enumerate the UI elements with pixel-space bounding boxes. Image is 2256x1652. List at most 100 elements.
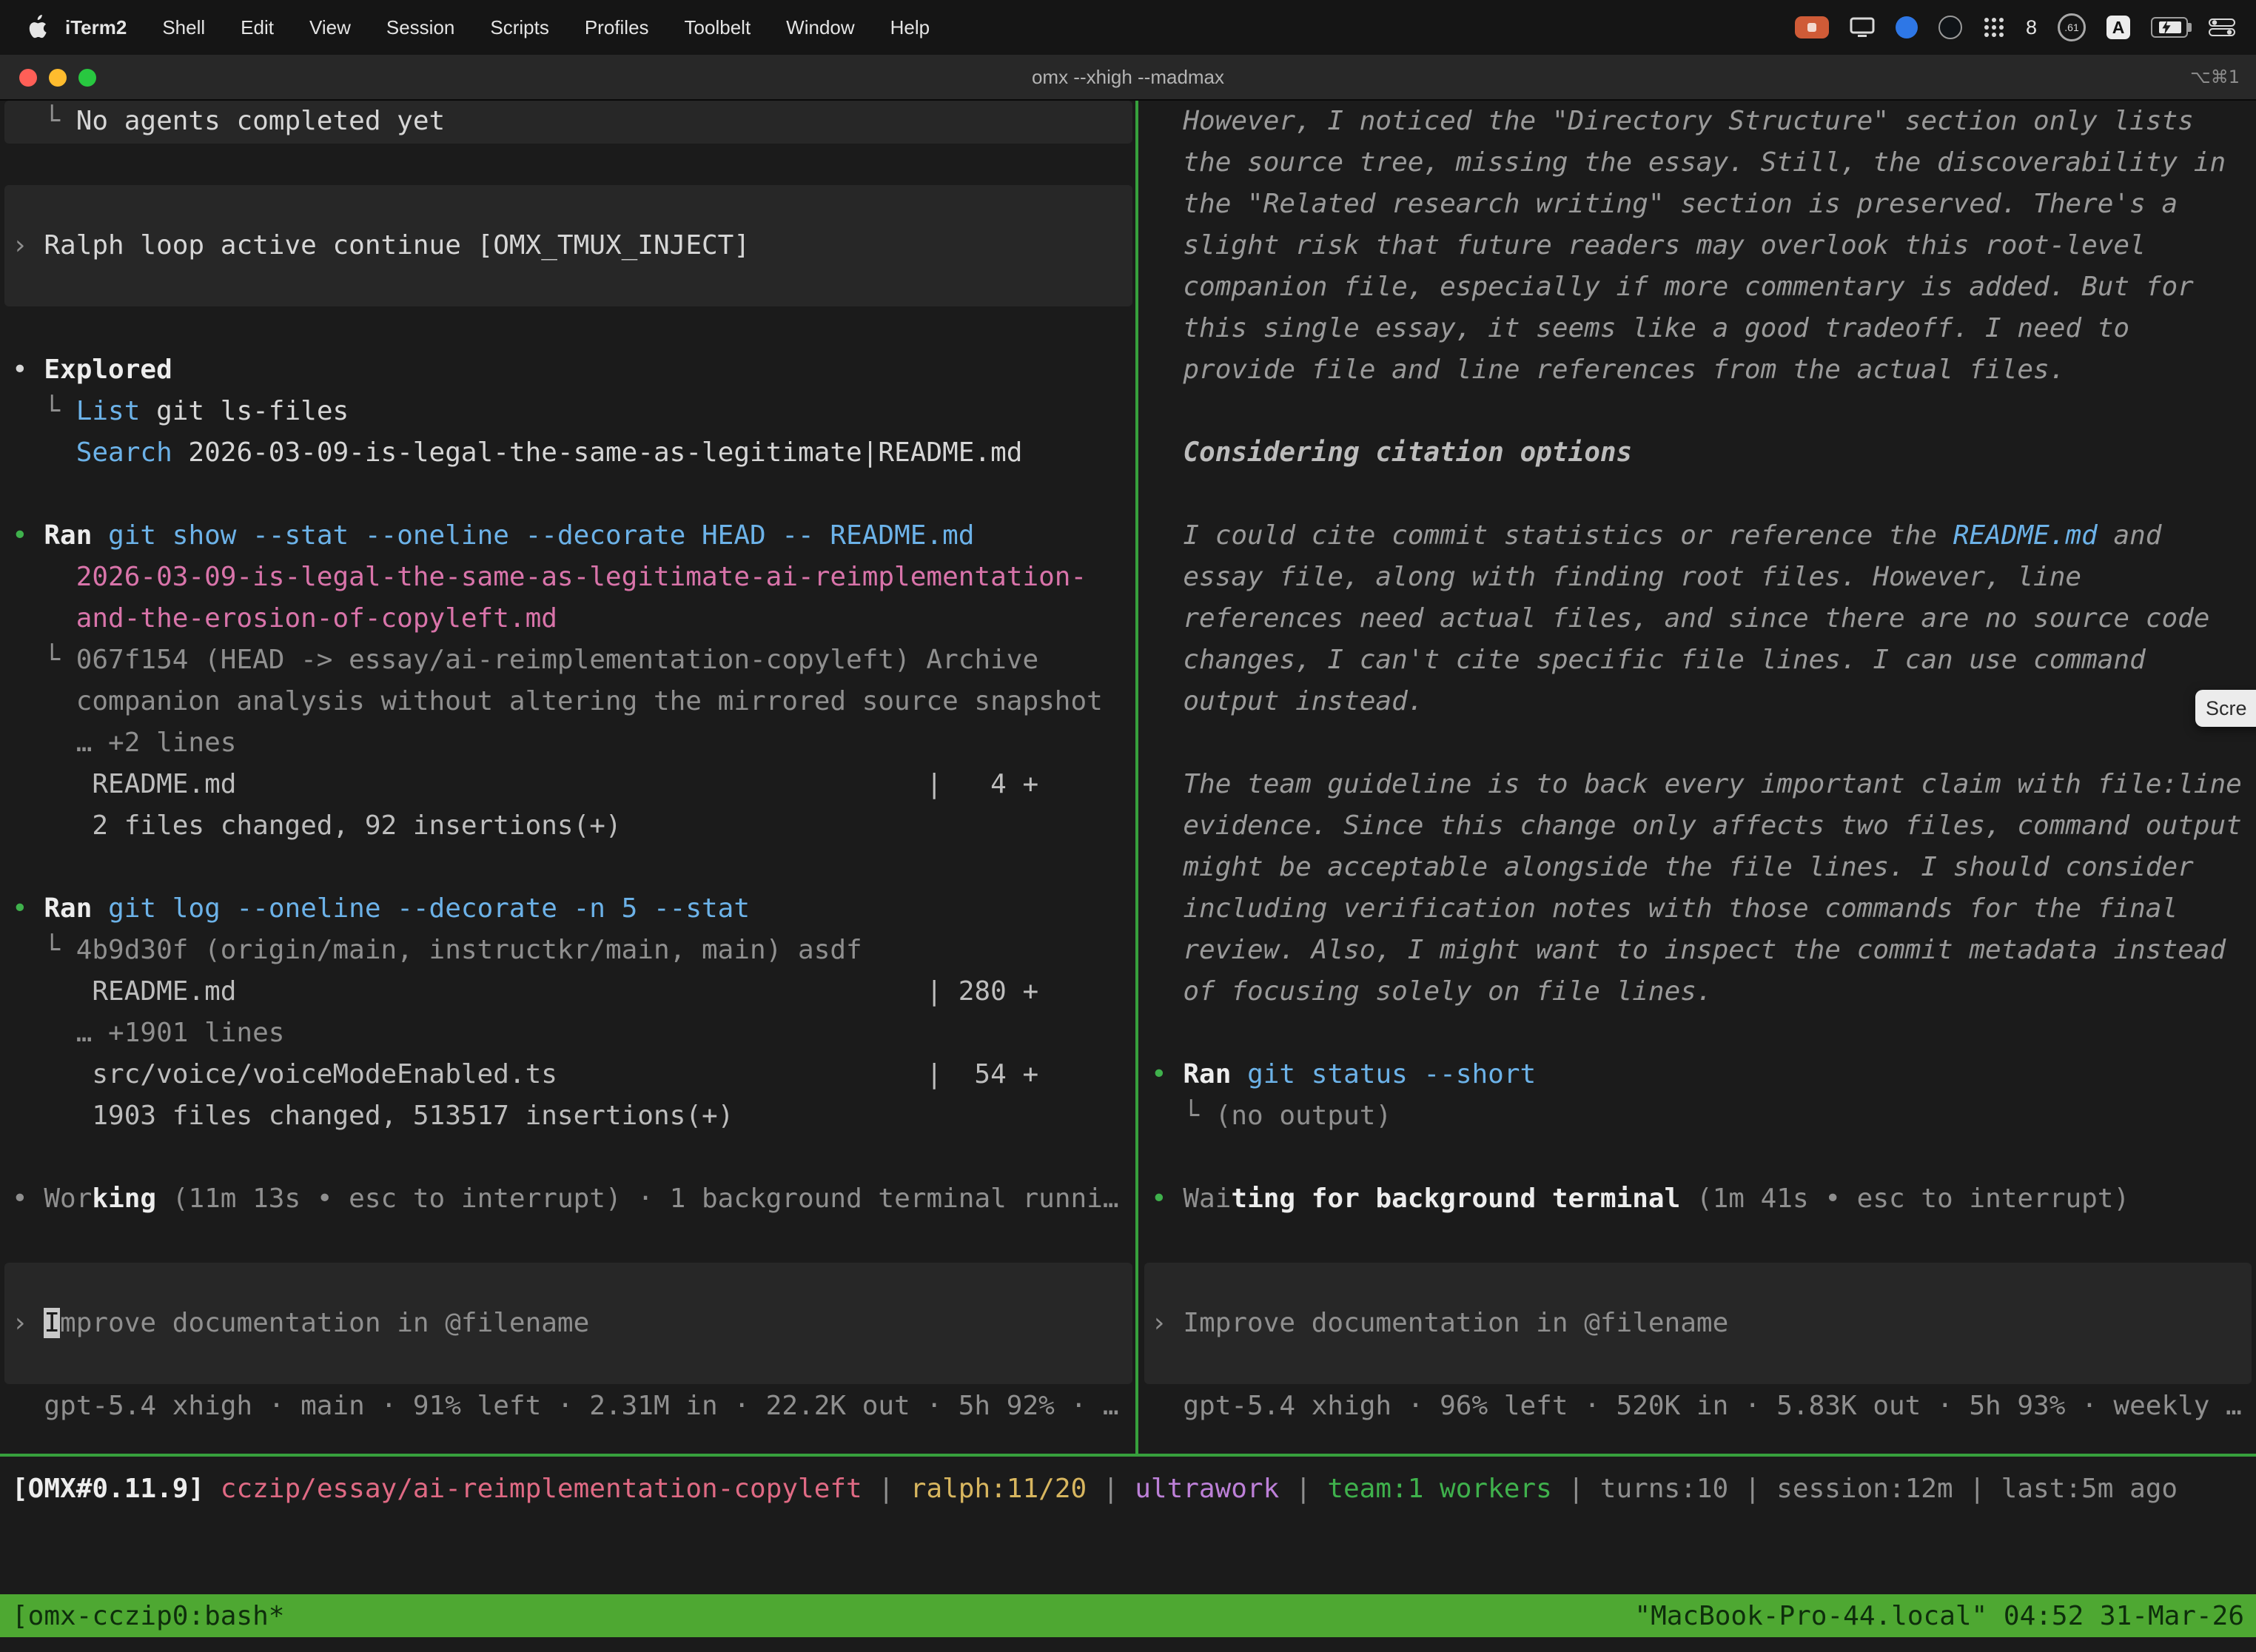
terminal-row xyxy=(1151,474,2254,515)
terminal-row: Search 2026-03-09-is-legal-the-same-as-l… xyxy=(12,432,1134,474)
terminal-row: companion analysis without altering the … xyxy=(12,681,1134,722)
terminal-row: └ 4b9d30f (origin/main, instructkr/main,… xyxy=(12,930,1134,971)
terminal-row: this single essay, it seems like a good … xyxy=(1151,308,2254,349)
terminal-row: might be acceptable alongside the file l… xyxy=(1151,847,2254,888)
terminal-row: 2 files changed, 92 insertions(+) xyxy=(12,805,1134,847)
recording-dot-icon xyxy=(1807,23,1816,32)
terminal-row xyxy=(1151,722,2254,764)
stat-counter[interactable]: 8 xyxy=(2026,16,2037,39)
terminal-row: of focusing solely on file lines. xyxy=(1151,971,2254,1013)
terminal-row: gpt-5.4 xhigh · main · 91% left · 2.31M … xyxy=(12,1386,1134,1427)
terminal-row: › Improve documentation in @filename xyxy=(12,1303,1134,1344)
load-value: .61 xyxy=(2064,21,2078,33)
terminal-row xyxy=(12,1220,1134,1261)
terminal-row: gpt-5.4 xhigh · 96% left · 520K in · 5.8… xyxy=(1151,1386,2254,1427)
terminal-row: evidence. Since this change only affects… xyxy=(1151,805,2254,847)
terminal-row: › Ralph loop active continue [OMX_TMUX_I… xyxy=(12,225,1134,266)
tmux-session-label[interactable]: [omx-cczip0:bash* xyxy=(12,1601,284,1631)
load-gauge-icon[interactable]: .61 xyxy=(2058,13,2086,41)
menu-items: iTerm2ShellEditViewSessionScriptsProfile… xyxy=(47,16,947,39)
menu-edit[interactable]: Edit xyxy=(223,16,292,39)
terminal-row xyxy=(12,474,1134,515)
input-source-letter: A xyxy=(2112,18,2125,38)
screen-recording-indicator[interactable] xyxy=(1795,16,1829,38)
terminal-row: However, I noticed the "Directory Struct… xyxy=(1151,101,2254,142)
menu-scripts[interactable]: Scripts xyxy=(472,16,566,39)
terminal-row xyxy=(1151,391,2254,432)
terminal-row xyxy=(1151,1344,2254,1386)
terminal-row xyxy=(12,308,1134,349)
terminal-row: • Working (11m 13s • esc to interrupt) ·… xyxy=(12,1178,1134,1220)
window-shortcut-label: ⌥⌘1 xyxy=(2190,55,2240,99)
tmux-status-bar: [omx-cczip0:bash* "MacBook-Pro-44.local"… xyxy=(0,1594,2256,1637)
terminal-row: the "Related research writing" section i… xyxy=(1151,184,2254,225)
terminal-row: essay file, along with finding root file… xyxy=(1151,557,2254,598)
menu-help[interactable]: Help xyxy=(873,16,947,39)
terminal-row: including verification notes with those … xyxy=(1151,888,2254,930)
window-title: omx --xhigh --madmax xyxy=(0,55,2256,99)
terminal-row: 2026-03-09-is-legal-the-same-as-legitima… xyxy=(12,557,1134,598)
terminal-row: changes, I can't cite specific file line… xyxy=(1151,639,2254,681)
menu-profiles[interactable]: Profiles xyxy=(567,16,667,39)
menu-iterm2[interactable]: iTerm2 xyxy=(47,16,144,39)
terminal-row: provide file and line references from th… xyxy=(1151,349,2254,391)
menu-bar: iTerm2ShellEditViewSessionScriptsProfile… xyxy=(0,0,2256,55)
input-source-icon[interactable]: A xyxy=(2106,16,2130,39)
apple-menu[interactable] xyxy=(27,15,47,40)
terminal-row: … +2 lines xyxy=(12,722,1134,764)
charging-bolt-icon xyxy=(2161,20,2172,35)
control-center-icon[interactable] xyxy=(2209,18,2235,37)
pane-divider[interactable] xyxy=(1135,101,1138,1454)
terminal-row: slight risk that future readers may over… xyxy=(1151,225,2254,266)
terminal-row xyxy=(12,1261,1134,1303)
battery-nub xyxy=(2188,23,2192,32)
edge-tooltip[interactable]: Scre xyxy=(2195,690,2256,727)
apple-logo-icon xyxy=(27,15,47,40)
menu-session[interactable]: Session xyxy=(369,16,473,39)
terminal-row: the source tree, missing the essay. Stil… xyxy=(1151,142,2254,184)
terminal-row: The team guideline is to back every impo… xyxy=(1151,764,2254,805)
dots-grid-icon[interactable] xyxy=(1983,16,2005,38)
dark-app-icon[interactable] xyxy=(1938,16,1962,39)
terminal-row: 1903 files changed, 513517 insertions(+) xyxy=(12,1095,1134,1137)
terminal-row: src/voice/voiceModeEnabled.ts | 54 + xyxy=(12,1054,1134,1095)
window-title-bar[interactable]: omx --xhigh --madmax ⌥⌘1 xyxy=(0,55,2256,101)
terminal-row xyxy=(12,1344,1134,1386)
terminal-row: and-the-erosion-of-copyleft.md xyxy=(12,598,1134,639)
terminal-row xyxy=(12,184,1134,225)
tmux-host-time: "MacBook-Pro-44.local" 04:52 31-Mar-26 xyxy=(1634,1601,2244,1631)
terminal-row: • Waiting for background terminal (1m 41… xyxy=(1151,1178,2254,1220)
menubar-status-area: 8 .61 A xyxy=(1795,13,2256,41)
terminal-row xyxy=(12,142,1134,184)
terminal-content: └ No agents completed yet › Ralph loop ac… xyxy=(0,101,2256,1652)
terminal-row: • Ran git status --short xyxy=(1151,1054,2254,1095)
terminal-row: • Explored xyxy=(12,349,1134,391)
menu-window[interactable]: Window xyxy=(768,16,872,39)
blue-app-icon[interactable] xyxy=(1896,16,1918,38)
status-divider xyxy=(0,1454,2256,1457)
terminal-row: └ No agents completed yet xyxy=(12,101,1134,142)
menu-toolbelt[interactable]: Toolbelt xyxy=(667,16,769,39)
terminal-row: • Ran git show --stat --oneline --decora… xyxy=(12,515,1134,557)
left-agent-pane: └ No agents completed yet › Ralph loop ac… xyxy=(12,101,1134,1427)
right-agent-pane: However, I noticed the "Directory Struct… xyxy=(1151,101,2254,1427)
terminal-row: Considering citation options xyxy=(1151,432,2254,474)
terminal-row: companion file, especially if more comme… xyxy=(1151,266,2254,308)
terminal-row xyxy=(1151,1261,2254,1303)
terminal-row: … +1901 lines xyxy=(12,1013,1134,1054)
omx-status-line: [OMX#0.11.9] cczip/essay/ai-reimplementa… xyxy=(12,1468,2178,1510)
display-icon[interactable] xyxy=(1850,17,1875,38)
menu-view[interactable]: View xyxy=(292,16,369,39)
terminal-row: output instead. xyxy=(1151,681,2254,722)
edge-tooltip-text: Scre xyxy=(2206,697,2247,720)
menu-shell[interactable]: Shell xyxy=(144,16,223,39)
terminal-row: README.md | 280 + xyxy=(12,971,1134,1013)
terminal-row: README.md | 4 + xyxy=(12,764,1134,805)
terminal-row: └ List git ls-files xyxy=(12,391,1134,432)
terminal-row xyxy=(12,266,1134,308)
terminal-row xyxy=(1151,1013,2254,1054)
terminal-row xyxy=(1151,1220,2254,1261)
terminal-row: review. Also, I might want to inspect th… xyxy=(1151,930,2254,971)
battery-icon[interactable] xyxy=(2151,17,2188,38)
terminal-row xyxy=(1151,1137,2254,1178)
